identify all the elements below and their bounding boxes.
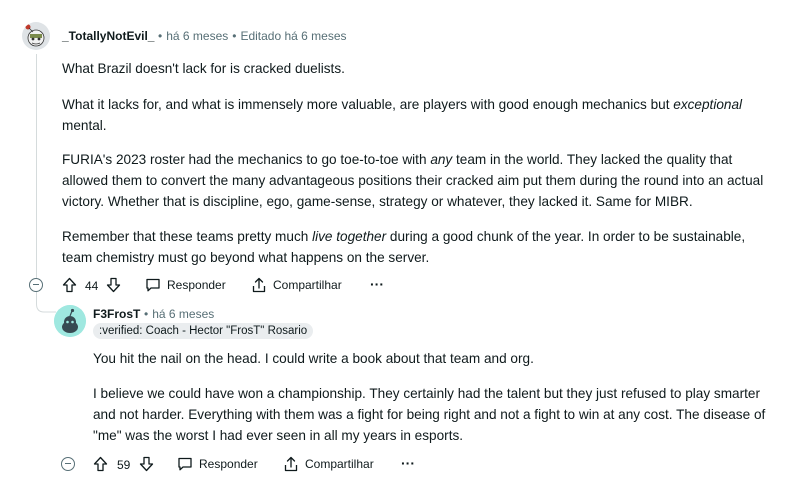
comment-meta: • há 6 meses • Editado há 6 meses — [154, 29, 347, 43]
vote-count: 44 — [85, 279, 99, 293]
avatar-snoo-icon — [54, 305, 86, 337]
comment-paragraph: What Brazil doesn't lack for is cracked … — [62, 61, 345, 76]
comment-author[interactable]: _TotallyNotEvil_ — [62, 29, 154, 43]
share-label: Compartilhar — [305, 457, 374, 471]
thread-connector — [36, 290, 56, 313]
downvote-arrow-icon — [139, 456, 154, 472]
downvote-arrow-icon — [106, 277, 121, 293]
comment-author[interactable]: F3FrosT — [93, 307, 140, 321]
reply-label: Responder — [167, 278, 226, 292]
comment-meta: • há 6 meses — [140, 307, 214, 321]
comment-timestamp[interactable]: há 6 meses — [166, 29, 228, 43]
share-upload-icon — [252, 277, 266, 293]
collapse-minus-icon[interactable] — [29, 278, 43, 292]
comment-paragraph: You hit the nail on the head. I could wr… — [93, 351, 534, 366]
share-upload-icon — [284, 456, 298, 472]
more-options-button[interactable]: ··· — [370, 276, 384, 292]
avatar-snoo-icon — [22, 22, 50, 50]
user-avatar[interactable] — [54, 305, 86, 337]
comment-paragraph: FURIA's 2023 roster had the mechanics to… — [62, 152, 764, 209]
edited-label: Editado há 6 meses — [240, 29, 347, 43]
share-button[interactable]: Compartilhar — [283, 456, 374, 472]
reply-button[interactable]: Responder — [177, 456, 258, 472]
user-avatar[interactable] — [22, 22, 50, 50]
upvote-arrow-icon — [62, 277, 77, 293]
thread-line[interactable] — [36, 54, 37, 278]
separator-dot: • — [144, 307, 149, 321]
vote-count: 59 — [117, 458, 131, 472]
share-button[interactable]: Compartilhar — [251, 277, 342, 293]
comment-paragraph: Remember that these teams pretty much li… — [62, 229, 746, 265]
comment-paragraph: What it lacks for, and what is immensely… — [62, 97, 743, 133]
reply-button[interactable]: Responder — [145, 277, 226, 293]
downvote-button[interactable] — [139, 456, 154, 472]
speech-bubble-icon — [146, 278, 160, 292]
upvote-button[interactable] — [93, 456, 108, 472]
upvote-button[interactable] — [62, 277, 77, 293]
share-label: Compartilhar — [273, 278, 342, 292]
reply-label: Responder — [199, 457, 258, 471]
separator-dot: • — [232, 29, 237, 43]
collapse-minus-icon[interactable] — [61, 457, 75, 471]
more-options-button[interactable]: ··· — [401, 455, 415, 471]
downvote-button[interactable] — [106, 277, 121, 293]
user-flair-badge: :verified: Coach - Hector "FrosT" Rosari… — [93, 323, 314, 339]
speech-bubble-icon — [178, 457, 192, 471]
comment-timestamp[interactable]: há 6 meses — [152, 307, 214, 321]
comment-paragraph: I believe we could have won a championsh… — [93, 386, 766, 443]
separator-dot: • — [158, 29, 163, 43]
upvote-arrow-icon — [93, 456, 108, 472]
